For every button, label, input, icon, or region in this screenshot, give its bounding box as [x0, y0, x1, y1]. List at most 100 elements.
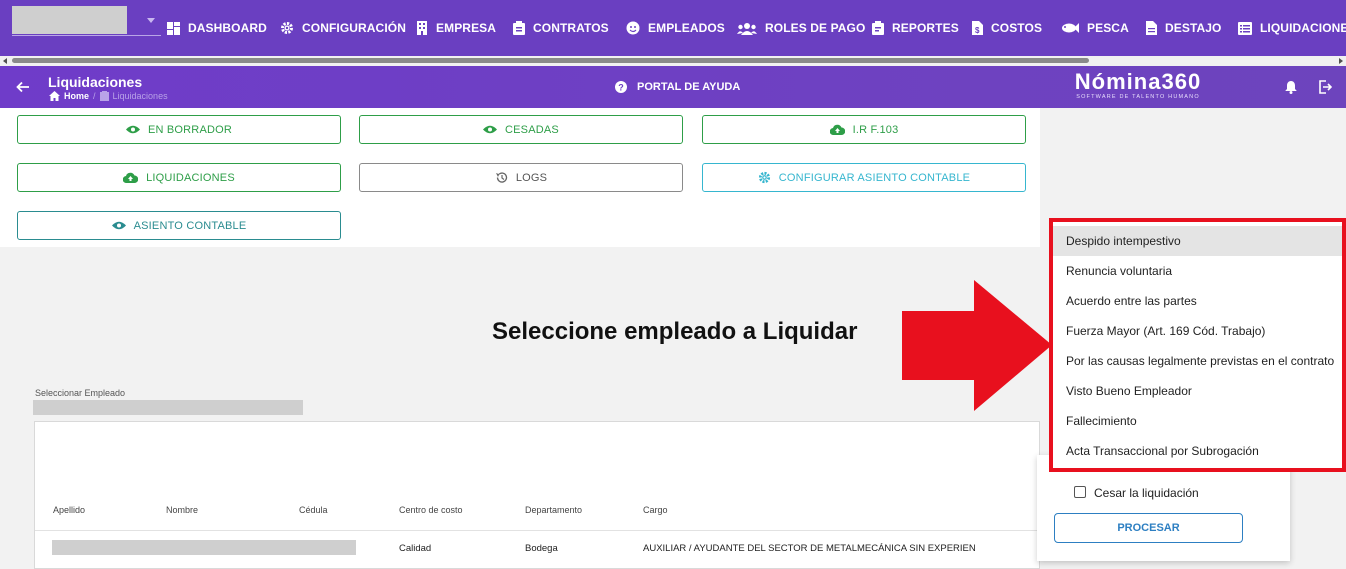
dashboard-icon [167, 21, 180, 35]
help-circle-icon: ? [615, 81, 627, 93]
clipboard-icon [99, 91, 109, 101]
nav-destajo-label: DESTAJO [1165, 21, 1222, 35]
nav-pesca-label: PESCA [1087, 21, 1129, 35]
en-borrador-button[interactable]: EN BORRADOR [17, 115, 341, 144]
option-despido-intempestivo[interactable]: Despido intempestivo [1053, 226, 1342, 256]
cesar-checkbox-label[interactable]: Cesar la liquidación [1094, 486, 1199, 500]
back-arrow-icon[interactable] [16, 80, 30, 94]
chevron-down-icon[interactable] [147, 18, 155, 23]
en-borrador-label: EN BORRADOR [147, 123, 233, 136]
horizontal-scrollbar[interactable] [0, 56, 1346, 66]
nav-liquidaciones[interactable]: LIQUIDACIONES [1238, 19, 1346, 37]
column-header-centro-costo[interactable]: Centro de costo [399, 505, 463, 515]
nav-empleados[interactable]: EMPLEADOS [626, 19, 725, 37]
user-face-icon [626, 21, 640, 35]
help-portal-link[interactable]: ? PORTAL DE AYUDA [615, 81, 740, 93]
eye-icon [111, 221, 126, 230]
option-visto-bueno[interactable]: Visto Bueno Empleador [1053, 376, 1342, 406]
brand-logo-subtitle: SOFTWARE DE TALENTO HUMANO [1076, 94, 1200, 100]
nav-dashboard[interactable]: DASHBOARD [167, 19, 267, 37]
history-icon [495, 172, 507, 183]
nav-contratos[interactable]: CONTRATOS [513, 19, 609, 37]
configurar-asiento-button[interactable]: CONFIGURAR ASIENTO CONTABLE [702, 163, 1026, 192]
nav-reportes[interactable]: REPORTES [872, 19, 959, 37]
cloud-upload-icon [123, 172, 139, 183]
column-header-departamento[interactable]: Departamento [525, 505, 582, 515]
procesar-button[interactable]: PROCESAR [1054, 513, 1243, 543]
document-icon [1146, 21, 1157, 35]
gear-icon [758, 171, 770, 184]
clipboard-icon [513, 21, 525, 35]
option-renuncia-voluntaria[interactable]: Renuncia voluntaria [1053, 256, 1342, 286]
nav-configuracion[interactable]: CONFIGURACIÓN [280, 19, 406, 37]
nav-configuracion-label: CONFIGURACIÓN [302, 21, 406, 35]
cloud-upload-icon [829, 124, 845, 135]
scrollbar-thumb[interactable] [12, 58, 1089, 63]
brand-logo: Nómina360 SOFTWARE DE TALENTO HUMANO [1068, 69, 1208, 101]
column-header-apellido[interactable]: Apellido [53, 505, 85, 515]
home-icon [49, 91, 60, 101]
liquidaciones-label: LIQUIDACIONES [146, 171, 235, 184]
irf103-button[interactable]: I.R F.103 [702, 115, 1026, 144]
svg-text:?: ? [618, 83, 624, 93]
list-icon [1238, 21, 1252, 35]
users-icon [737, 22, 757, 35]
scroll-right-icon[interactable] [1339, 58, 1343, 64]
bell-icon[interactable] [1284, 80, 1298, 94]
cesar-checkbox[interactable] [1074, 486, 1086, 498]
logout-icon[interactable] [1318, 80, 1332, 94]
nav-pesca[interactable]: PESCA [1061, 19, 1129, 37]
cell-departamento: Bodega [525, 543, 558, 554]
company-select[interactable] [12, 6, 127, 34]
table-divider [35, 530, 1041, 531]
option-acta-transaccional[interactable]: Acta Transaccional por Subrogación [1053, 436, 1342, 466]
nav-empresa-label: EMPRESA [436, 21, 497, 35]
nav-empleados-label: EMPLEADOS [648, 21, 725, 35]
option-causas-legales[interactable]: Por las causas legalmente previstas en e… [1053, 346, 1342, 376]
logs-button[interactable]: LOGS [359, 163, 683, 192]
company-select-underline [12, 35, 161, 36]
termination-reason-dropdown: Despido intempestivo Renuncia voluntaria… [1049, 218, 1346, 472]
eye-icon [483, 125, 497, 134]
cesadas-label: CESADAS [505, 123, 559, 136]
report-icon [872, 21, 884, 35]
breadcrumb: Home / Liquidaciones [49, 91, 168, 101]
nav-destajo[interactable]: DESTAJO [1146, 19, 1222, 37]
cesadas-button[interactable]: CESADAS [359, 115, 683, 144]
nav-dashboard-label: DASHBOARD [188, 21, 267, 35]
employee-select-field[interactable] [33, 400, 303, 415]
irf103-label: I.R F.103 [852, 123, 899, 136]
asiento-contable-label: ASIENTO CONTABLE [133, 219, 247, 232]
column-header-nombre[interactable]: Nombre [166, 505, 198, 515]
logs-label: LOGS [515, 171, 548, 184]
cell-centro-costo: Calidad [399, 543, 432, 554]
building-icon [417, 21, 427, 35]
nav-costos[interactable]: $ COSTOS [972, 19, 1042, 37]
configurar-asiento-label: CONFIGURAR ASIENTO CONTABLE [778, 171, 971, 184]
nav-roles-de-pago-label: ROLES DE PAGO [765, 21, 866, 35]
option-fuerza-mayor[interactable]: Fuerza Mayor (Art. 169 Cód. Trabajo) [1053, 316, 1342, 346]
column-header-cargo[interactable]: Cargo [643, 505, 668, 515]
nav-liquidaciones-label: LIQUIDACIONES [1260, 21, 1346, 35]
gear-icon [281, 22, 293, 34]
svg-text:$: $ [975, 26, 980, 35]
nav-costos-label: COSTOS [991, 21, 1043, 35]
brand-logo-text: Nómina360 [1074, 69, 1202, 94]
nav-reportes-label: REPORTES [892, 21, 959, 35]
option-acuerdo-partes[interactable]: Acuerdo entre las partes [1053, 286, 1342, 316]
liquidaciones-button[interactable]: LIQUIDACIONES [17, 163, 341, 192]
nav-empresa[interactable]: EMPRESA [416, 19, 496, 37]
fish-icon [1062, 23, 1079, 33]
red-arrow-annotation [902, 280, 1052, 411]
column-header-cedula[interactable]: Cédula [299, 505, 328, 515]
eye-icon [125, 125, 140, 134]
nav-roles-de-pago[interactable]: ROLES DE PAGO [737, 19, 865, 37]
breadcrumb-home[interactable]: Home [64, 91, 89, 101]
employee-select-label: Seleccionar Empleado [35, 388, 126, 398]
asiento-contable-button[interactable]: ASIENTO CONTABLE [17, 211, 341, 240]
cell-cargo: AUXILIAR / AYUDANTE DEL SECTOR DE METALM… [643, 543, 976, 554]
main-heading: Seleccione empleado a Liquidar [492, 318, 858, 345]
money-file-icon: $ [972, 21, 983, 35]
option-fallecimiento[interactable]: Fallecimiento [1053, 406, 1342, 436]
scroll-left-icon[interactable] [3, 58, 7, 64]
